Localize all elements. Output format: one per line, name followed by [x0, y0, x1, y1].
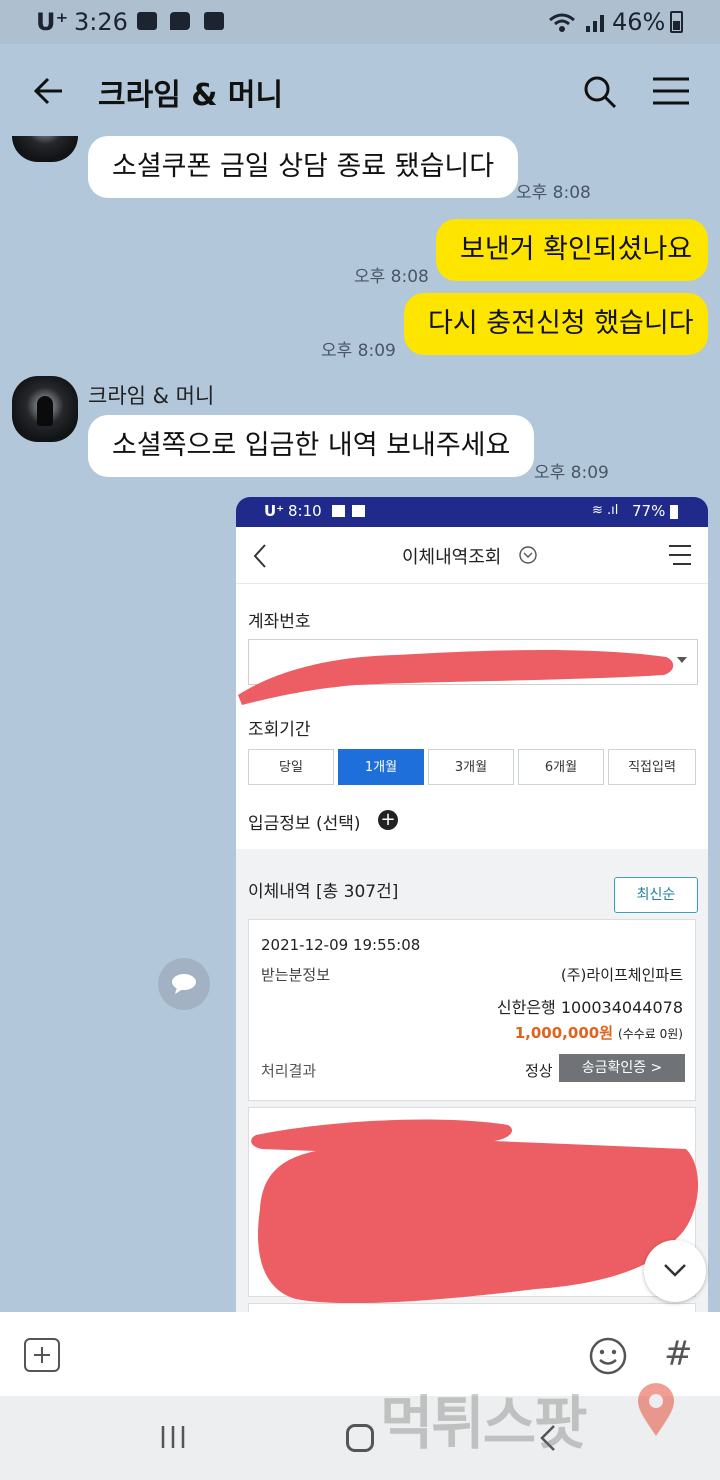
chat-header-layer: 크라임 & 머니 — [0, 44, 720, 136]
embedded-title: 이체내역조회 — [402, 547, 502, 568]
message-time: 오후 8:08 — [354, 267, 429, 287]
period-option: 6개월 — [518, 749, 604, 785]
battery-percent: 46% — [612, 8, 666, 36]
emoji-icon[interactable] — [588, 1336, 628, 1376]
status-bar: U⁺ 3:26 46% — [0, 0, 720, 44]
image-attachment[interactable]: U⁺ 8:10 ≋ .ıl 77% 이체내역조회 계좌번호 조회기간 당일 1개… — [236, 497, 708, 1312]
chat-title: 크라임 & 머니 — [98, 78, 284, 113]
plus-circle-icon: + — [378, 810, 398, 830]
location-pin-icon — [638, 1383, 674, 1436]
hashtag-icon[interactable]: # — [664, 1334, 693, 1374]
message-icon — [170, 12, 190, 30]
chevron-down-circle-icon — [519, 546, 537, 564]
system-nav-bar: 먹튀스팟 — [0, 1383, 720, 1480]
avatar[interactable] — [12, 376, 78, 442]
embedded-header: 이체내역조회 — [236, 527, 708, 584]
search-icon[interactable] — [582, 74, 618, 110]
speech-bubble-icon — [172, 974, 196, 994]
message-input[interactable] — [80, 1326, 560, 1382]
embedded-status-bar: U⁺ 8:10 ≋ .ıl 77% — [236, 497, 708, 527]
chevron-left-icon — [253, 544, 266, 568]
share-button[interactable] — [158, 958, 210, 1010]
message-bubble-sent[interactable]: 보낸거 확인되셨나요 — [436, 219, 708, 281]
redaction-mark — [251, 1119, 699, 1304]
sender-name: 크라임 & 머니 — [88, 384, 215, 408]
add-attachment-button[interactable] — [24, 1338, 60, 1372]
result-label: 처리결과 — [261, 1062, 317, 1080]
sort-button: 최신순 — [614, 877, 698, 913]
back-arrow-icon[interactable] — [32, 74, 66, 108]
battery-icon — [670, 11, 683, 33]
gallery-icon — [332, 505, 345, 517]
message-bubble-sent[interactable]: 다시 충전신청 했습니다 — [404, 293, 708, 355]
recent-apps-icon[interactable] — [158, 1424, 188, 1450]
clock-app-icon — [352, 505, 365, 517]
recipient-account: 신한은행 100034044078 — [496, 998, 683, 1017]
message-time: 오후 8:08 — [516, 183, 591, 203]
result-status: 정상 — [525, 1062, 553, 1080]
embedded-battery: 77% — [632, 502, 666, 520]
wifi-signal-icon — [549, 13, 604, 32]
history-section: 이체내역 [총 307건] 최신순 2021-12-09 19:55:08 받는… — [236, 849, 708, 1312]
gallery-icon — [137, 12, 157, 30]
recipient-name: (주)라이프체인파트 — [560, 966, 683, 984]
recipient-label: 받는분정보 — [261, 966, 331, 984]
transfer-amount: 1,000,000원 — [514, 1024, 613, 1042]
receipt-button: 송금확인증 > — [559, 1054, 685, 1082]
history-count: 이체내역 [총 307건] — [248, 882, 399, 902]
scroll-down-button[interactable] — [644, 1240, 706, 1302]
watermark: 먹튀스팟 — [380, 1389, 587, 1457]
transfer-record-card-partial — [248, 1303, 696, 1312]
record-datetime: 2021-12-09 19:55:08 — [261, 936, 421, 954]
period-option: 3개월 — [428, 749, 514, 785]
transfer-fee: (수수료 0원) — [618, 1027, 683, 1041]
period-option-selected: 1개월 — [338, 749, 424, 785]
home-icon[interactable] — [346, 1424, 374, 1452]
clock: 3:26 — [74, 8, 128, 36]
carrier-label: U⁺ — [36, 8, 69, 36]
battery-icon — [670, 505, 678, 519]
message-time: 오후 8:09 — [321, 341, 396, 361]
embedded-carrier: U⁺ — [264, 502, 285, 520]
transfer-record-card: 2021-12-09 19:55:08 받는분정보 (주)라이프체인파트 신한은… — [248, 919, 696, 1101]
message-input-bar: # — [0, 1312, 720, 1396]
deposit-info-label: 입금정보 (선택) — [248, 814, 361, 834]
message-bubble-received[interactable]: 소셜쿠폰 금일 상담 종료 됐습니다 — [88, 136, 519, 198]
chevron-down-icon — [664, 1264, 686, 1277]
period-option: 당일 — [248, 749, 334, 785]
menu-icon[interactable] — [652, 76, 690, 106]
period-option: 직접입력 — [608, 749, 696, 785]
account-label: 계좌번호 — [248, 612, 311, 632]
menu-icon — [669, 545, 691, 565]
message-time: 오후 8:09 — [534, 463, 609, 483]
signal-icon: ≋ .ıl — [592, 503, 619, 518]
clock-app-icon — [204, 12, 224, 30]
redaction-mark — [238, 650, 674, 705]
period-label: 조회기간 — [248, 720, 311, 740]
embedded-clock: 8:10 — [288, 502, 322, 520]
plus-icon — [34, 1347, 50, 1363]
message-bubble-received[interactable]: 소셜쪽으로 입금한 내역 보내주세요 — [88, 415, 535, 477]
